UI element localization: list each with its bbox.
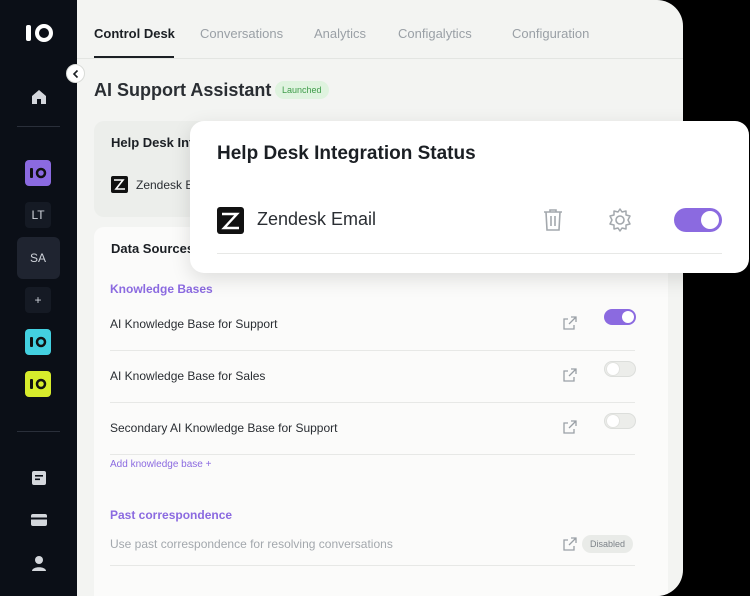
user-icon[interactable] <box>29 553 49 573</box>
active-tab-indicator <box>94 56 174 58</box>
chevron-left-icon <box>72 69 78 78</box>
integration-label: Zendesk Email <box>257 209 377 229</box>
toggle-knob <box>607 415 619 427</box>
integration-toggle[interactable] <box>674 208 722 232</box>
toggle-knob <box>622 311 634 323</box>
data-sources-card: Data Sources Knowledge Bases AI Knowledg… <box>94 227 668 596</box>
tab-analytics[interactable]: Analytics <box>314 26 366 41</box>
toggle-knob <box>607 363 619 375</box>
sidebar-divider <box>17 431 60 432</box>
workspace-label: SA <box>29 251 46 265</box>
workspace-sa[interactable]: SA <box>25 245 51 271</box>
tab-control-desk[interactable]: Control Desk <box>94 26 175 41</box>
knowledge-base-label: AI Knowledge Base for Support <box>110 317 278 331</box>
knowledge-base-label: Secondary AI Knowledge Base for Support <box>110 421 338 435</box>
workspace-logo-icon <box>30 336 47 348</box>
zendesk-icon <box>111 176 128 193</box>
divider <box>217 253 722 254</box>
integration-status-popup: Help Desk Integration Status Zendesk Ema… <box>190 121 749 273</box>
tab-configuration[interactable]: Configuration <box>512 26 589 41</box>
disabled-badge: Disabled <box>582 535 634 553</box>
workspace-lt[interactable]: LT <box>25 202 51 228</box>
external-link-icon[interactable] <box>563 316 577 330</box>
external-link-icon[interactable] <box>563 420 577 434</box>
add-workspace-button[interactable]: + <box>25 287 51 313</box>
workspace-logo-icon <box>30 378 47 390</box>
external-link-icon[interactable] <box>563 537 577 551</box>
card-icon[interactable] <box>29 510 49 530</box>
zendesk-icon <box>217 207 244 234</box>
data-sources-title: Data Sources <box>111 241 195 256</box>
workspace-logo-purple[interactable] <box>25 160 51 186</box>
status-badge: Launched <box>275 81 329 99</box>
tab-bar: Control Desk Conversations Analytics Con… <box>77 0 683 59</box>
knowledge-bases-title: Knowledge Bases <box>110 282 213 296</box>
home-icon[interactable] <box>29 87 49 107</box>
list-item: AI Knowledge Base for Sales <box>110 351 636 403</box>
past-correspondence-title: Past correspondence <box>110 508 233 522</box>
app-logo-icon[interactable] <box>24 22 54 44</box>
workspace-logo-lime[interactable] <box>25 371 51 397</box>
sidebar: LT SA + <box>0 0 77 596</box>
trash-icon[interactable] <box>542 208 564 232</box>
toggle-knob <box>701 211 719 229</box>
workspace-logo-icon <box>30 167 47 179</box>
workspace-label: LT <box>31 208 45 222</box>
list-item: AI Knowledge Base for Support <box>110 299 636 351</box>
workspace-label: + <box>34 293 42 307</box>
knowledge-base-toggle[interactable] <box>604 413 636 429</box>
add-knowledge-base-link[interactable]: Add knowledge base + <box>110 459 211 470</box>
gear-icon[interactable] <box>607 207 633 233</box>
knowledge-base-toggle[interactable] <box>604 309 636 325</box>
tab-conversations[interactable]: Conversations <box>200 26 283 41</box>
collapse-sidebar-button[interactable] <box>66 64 85 83</box>
tab-configalytics[interactable]: Configalytics <box>398 26 472 41</box>
past-correspondence-label: Use past correspondence for resolving co… <box>110 537 393 551</box>
external-link-icon[interactable] <box>563 368 577 382</box>
list-item: Use past correspondence for resolving co… <box>110 525 635 566</box>
integration-label: Zendesk E <box>136 178 194 192</box>
help-desk-card-title: Help Desk Int <box>111 135 194 150</box>
popup-title: Help Desk Integration Status <box>217 143 476 164</box>
knowledge-base-label: AI Knowledge Base for Sales <box>110 369 266 383</box>
workspace-logo-cyan[interactable] <box>25 329 51 355</box>
document-icon[interactable] <box>29 468 49 488</box>
knowledge-base-toggle[interactable] <box>604 361 636 377</box>
page-title: AI Support Assistant <box>94 80 272 100</box>
list-item: Secondary AI Knowledge Base for Support <box>110 403 636 455</box>
main-panel: Control Desk Conversations Analytics Con… <box>77 0 683 596</box>
sidebar-divider <box>17 126 60 127</box>
